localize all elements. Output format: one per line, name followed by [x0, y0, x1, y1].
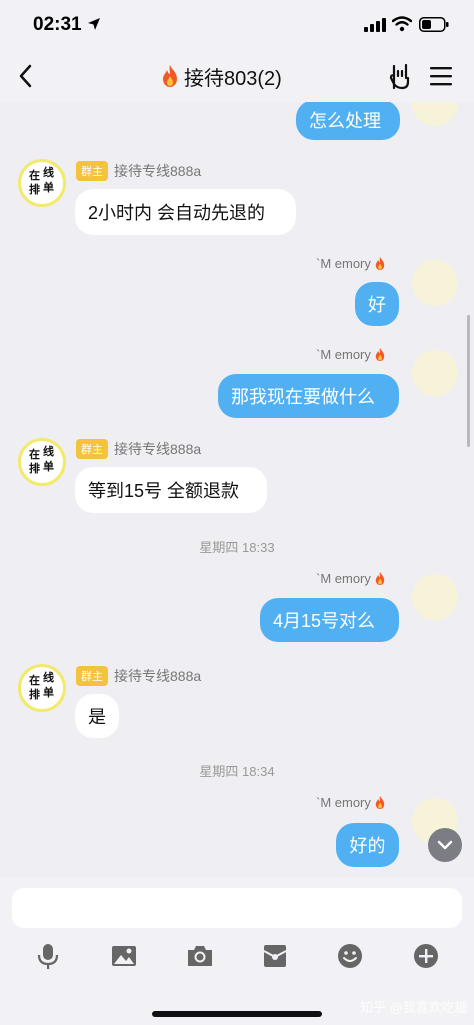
- emoji-icon[interactable]: [336, 942, 364, 970]
- message-text: 2小时内 会自动先退的: [88, 203, 266, 223]
- avatar-text: 单: [43, 687, 54, 699]
- avatar[interactable]: 在 线 排 单: [18, 438, 66, 486]
- message-bubble[interactable]: 好的: [336, 823, 399, 867]
- fire-icon: [375, 795, 385, 810]
- camera-icon[interactable]: [186, 942, 214, 970]
- fire-icon: [375, 256, 385, 271]
- message-bubble[interactable]: 等到15号 全额退款: [75, 467, 267, 513]
- message-bubble[interactable]: 那我现在要做什么: [218, 374, 399, 418]
- avatar-text: 线: [43, 446, 54, 458]
- sender-name: `M emory: [316, 347, 371, 362]
- avatar-text: 排: [29, 184, 40, 196]
- avatar[interactable]: [412, 260, 458, 306]
- avatar-text: 排: [29, 689, 40, 701]
- avatar-text: 单: [43, 461, 54, 473]
- sender-name: `M emory: [316, 795, 371, 810]
- sender-row: `M emory: [316, 571, 386, 586]
- image-icon[interactable]: [110, 942, 138, 970]
- message-text: 怎么处理: [309, 111, 381, 131]
- sender-row: `M emory: [316, 256, 386, 271]
- avatar-text: 线: [43, 672, 54, 684]
- avatar[interactable]: [412, 574, 458, 620]
- battery-icon: [419, 17, 449, 32]
- scroll-to-bottom-button[interactable]: [428, 828, 462, 862]
- sender-row: 群主 接待专线888a: [76, 666, 201, 686]
- avatar-text: 排: [29, 463, 40, 475]
- avatar-text: 在: [29, 675, 40, 687]
- plus-icon[interactable]: [412, 942, 440, 970]
- avatar[interactable]: [412, 102, 458, 126]
- owner-badge: 群主: [76, 666, 108, 686]
- red-packet-icon[interactable]: [261, 942, 289, 970]
- input-area: 知乎 @我喜欢吃糖: [0, 877, 474, 1025]
- sender-row: 群主 接待专线888a: [76, 439, 201, 459]
- avatar[interactable]: [412, 350, 458, 396]
- message-text: 是: [88, 707, 106, 727]
- watermark: 知乎 @我喜欢吃糖: [360, 1000, 468, 1015]
- chevron-down-icon: [437, 840, 453, 850]
- fire-icon: [375, 571, 385, 586]
- message-bubble[interactable]: 4月15号对么: [260, 598, 399, 642]
- message-bubble[interactable]: 好: [355, 282, 399, 326]
- sender-row: 群主 接待专线888a: [76, 161, 201, 181]
- sender-name: `M emory: [316, 256, 371, 271]
- cellular-signal-icon: [364, 18, 386, 32]
- message-text: 那我现在要做什么: [231, 387, 375, 407]
- microphone-icon[interactable]: [34, 942, 62, 970]
- fire-icon: [375, 347, 385, 362]
- chat-title-group: 接待803(2): [160, 62, 282, 90]
- message-text: 好: [368, 295, 386, 315]
- message-bubble[interactable]: 2小时内 会自动先退的: [75, 189, 296, 235]
- location-arrow-icon: [88, 18, 100, 30]
- sender-row: `M emory: [316, 795, 386, 810]
- status-time: 02:31: [33, 14, 82, 35]
- message-bubble[interactable]: 是: [75, 694, 119, 738]
- message-input[interactable]: [12, 888, 462, 928]
- wifi-icon: [392, 16, 412, 32]
- timestamp: 星期四 18:33: [199, 540, 275, 555]
- owner-badge: 群主: [76, 439, 108, 459]
- avatar[interactable]: 在 线 排 单: [18, 664, 66, 712]
- owner-badge: 群主: [76, 161, 108, 181]
- message-text: 等到15号 全额退款: [88, 481, 240, 501]
- nav-bar: 接待803(2): [0, 50, 474, 102]
- sender-name: 接待专线888a: [114, 163, 202, 179]
- avatar-text: 在: [29, 170, 40, 182]
- message-bubble[interactable]: 怎么处理: [296, 102, 400, 140]
- scrollbar[interactable]: [467, 315, 470, 447]
- timestamp: 星期四 18:34: [199, 764, 275, 779]
- avatar-text: 线: [43, 167, 54, 179]
- fire-icon: [163, 65, 177, 87]
- chat-title: 接待803(2): [184, 67, 282, 90]
- sender-row: `M emory: [316, 347, 386, 362]
- sender-name: `M emory: [316, 571, 371, 586]
- avatar-text: 在: [29, 449, 40, 461]
- hand-gesture-icon[interactable]: [388, 62, 414, 90]
- back-icon[interactable]: [16, 62, 36, 90]
- message-text: 好的: [349, 836, 386, 856]
- home-indicator: [152, 1011, 322, 1017]
- message-text: 4月15号对么: [273, 611, 376, 631]
- chat-message-list[interactable]: 怎么处理 在 线 排 单 群主 接待专线888a 2小时内 会自动先退的 `M …: [0, 102, 474, 877]
- avatar-text: 单: [43, 182, 54, 194]
- status-bar: 02:31: [0, 0, 474, 50]
- avatar[interactable]: 在 线 排 单: [18, 159, 66, 207]
- sender-name: 接待专线888a: [114, 668, 202, 684]
- sender-name: 接待专线888a: [114, 441, 202, 457]
- menu-icon[interactable]: [430, 65, 452, 87]
